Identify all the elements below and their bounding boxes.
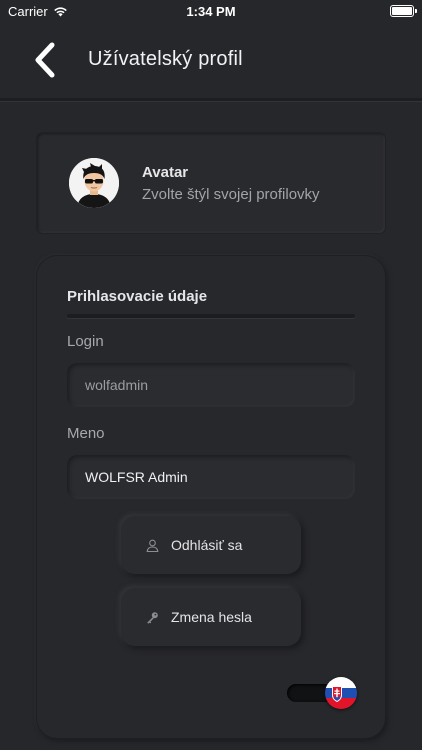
login-field[interactable]: wolfadmin: [67, 363, 355, 407]
avatar-card[interactable]: Avatar Zvolte štýl svojej profilovky: [37, 133, 385, 233]
section-heading: Prihlasovacie údaje: [67, 288, 208, 305]
login-value: wolfadmin: [85, 377, 149, 393]
avatar-subtitle: Zvolte štýl svojej profilovky: [142, 186, 320, 203]
key-icon: [145, 610, 159, 624]
name-value: WOLFSR Admin: [85, 469, 188, 485]
change-password-button[interactable]: Zmena hesla: [121, 588, 301, 646]
logout-button[interactable]: Odhlásiť sa: [121, 516, 301, 574]
back-button[interactable]: [30, 40, 66, 80]
logout-label: Odhlásiť sa: [171, 537, 243, 553]
avatar[interactable]: [69, 158, 119, 208]
chevron-left-icon: [35, 42, 55, 78]
login-details-panel: Prihlasovacie údaje Login wolfadmin Meno…: [37, 256, 385, 738]
avatar-title: Avatar: [142, 164, 189, 181]
user-icon: [145, 538, 159, 552]
login-label: Login: [67, 333, 104, 350]
slovakia-flag-icon: [325, 677, 357, 709]
language-toggle[interactable]: [287, 677, 357, 709]
nav-header: Užívatelský profil: [0, 22, 422, 98]
battery-fill: [392, 7, 412, 15]
status-bar: Carrier 1:34 PM: [0, 0, 422, 22]
name-field[interactable]: WOLFSR Admin: [67, 455, 355, 499]
page-title: Užívatelský profil: [88, 48, 243, 70]
header-divider: [0, 98, 422, 101]
avatar-hacker-icon: [69, 158, 119, 208]
status-time: 1:34 PM: [186, 4, 236, 19]
battery-icon: [390, 5, 417, 17]
name-label: Meno: [67, 425, 105, 442]
section-divider: [67, 314, 355, 318]
change-password-label: Zmena hesla: [171, 609, 252, 625]
